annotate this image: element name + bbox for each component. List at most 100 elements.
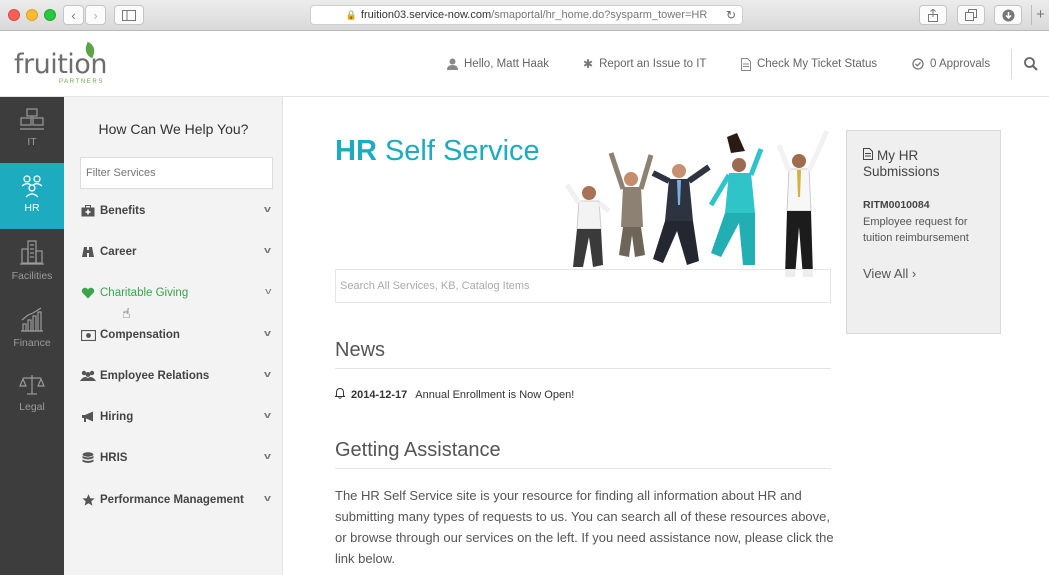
assistance-heading: Getting Assistance	[335, 439, 501, 461]
sidebar-toggle-button[interactable]	[114, 5, 144, 25]
services-panel: How Can We Help You? Benefits v Career v…	[64, 97, 283, 575]
rail-item-hr[interactable]: HR	[0, 163, 64, 229]
report-issue-text: Report an Issue to IT	[599, 58, 707, 70]
new-tab-button[interactable]: +	[1031, 5, 1049, 25]
service-item-benefits[interactable]: Benefits v	[80, 201, 271, 221]
greeting-text: Hello, Matt Haak	[464, 58, 550, 70]
check-circle-icon	[912, 58, 924, 70]
logo-subtitle: PARTNERS	[59, 79, 104, 85]
rail-label: HR	[24, 202, 40, 214]
reload-icon[interactable]: ↻	[726, 8, 736, 22]
scales-icon	[19, 375, 45, 395]
services-title: How Can We Help You?	[98, 121, 249, 137]
minimize-window-button[interactable]	[26, 9, 38, 21]
chevron-right-icon: ›	[911, 266, 917, 281]
submission-id[interactable]: RITM0010084	[863, 199, 930, 211]
portal-header: fruition PARTNERS Hello, Matt Haak ✱ Rep…	[0, 31, 1049, 97]
user-greeting[interactable]: Hello, Matt Haak	[447, 31, 549, 97]
building-icon	[20, 108, 44, 130]
database-icon	[80, 451, 96, 465]
service-item-employee-relations[interactable]: Employee Relations v	[80, 366, 271, 386]
sidebar-icon	[122, 9, 136, 21]
rail-label: Facilities	[11, 270, 53, 282]
rail-label: IT	[27, 136, 37, 148]
star-icon	[80, 494, 96, 506]
close-window-button[interactable]	[8, 9, 20, 21]
news-text: Annual Enrollment is Now Open!	[415, 389, 575, 401]
divider	[335, 368, 831, 369]
approvals-link[interactable]: 0 Approvals	[912, 31, 990, 97]
rail-item-finance[interactable]: Finance	[0, 296, 64, 362]
bell-icon	[334, 387, 346, 402]
service-label: Compensation	[100, 329, 180, 341]
forward-button[interactable]: ›	[85, 5, 106, 25]
users-icon	[80, 370, 96, 382]
service-item-compensation[interactable]: Compensation v	[80, 325, 271, 345]
search-icon	[1023, 57, 1038, 71]
document-icon	[741, 57, 751, 71]
downloads-button[interactable]	[994, 5, 1022, 25]
approvals-text: 0 Approvals	[930, 58, 991, 70]
service-label: Career	[100, 246, 137, 258]
chevron-down-icon[interactable]: v	[264, 245, 271, 255]
money-icon	[80, 329, 96, 341]
zoom-window-button[interactable]	[44, 9, 56, 21]
back-button[interactable]: ‹	[63, 5, 84, 25]
lock-icon: 🔒	[345, 9, 357, 20]
assistance-text: The HR Self Service site is your resourc…	[335, 488, 834, 566]
fruition-logo[interactable]: fruition PARTNERS	[14, 41, 114, 89]
chevron-down-icon[interactable]: v	[264, 493, 271, 503]
chevron-down-icon[interactable]: v	[264, 328, 271, 338]
service-item-hiring[interactable]: Hiring v	[80, 407, 271, 427]
heart-icon	[80, 287, 96, 299]
chevron-down-icon[interactable]: v	[264, 410, 271, 420]
submission-description: Employee request for tuition reimburseme…	[863, 216, 969, 244]
hand-cursor-icon: ☝	[122, 305, 131, 321]
page-title: HR Self Service	[335, 135, 540, 167]
chevron-down-icon[interactable]: v	[264, 369, 271, 379]
service-item-career[interactable]: Career v	[80, 242, 271, 262]
header-search-button[interactable]	[1011, 49, 1049, 79]
bug-icon: ✱	[583, 57, 594, 71]
service-item-hris[interactable]: HRIS v	[80, 448, 271, 468]
url-path: /smaportal/hr_home.do?sysparm_tower=HR	[491, 9, 708, 21]
news-heading: News	[335, 339, 386, 361]
divider	[335, 468, 831, 469]
service-item-performance-management[interactable]: Performance Management v	[80, 490, 271, 510]
share-button[interactable]	[919, 5, 947, 25]
report-issue-link[interactable]: ✱ Report an Issue to IT	[583, 31, 706, 97]
chart-icon	[21, 307, 43, 332]
news-item[interactable]: 2014-12-17 Annual Enrollment is Now Open…	[334, 387, 575, 402]
ticket-status-text: Check My Ticket Status	[757, 58, 878, 70]
view-all-link[interactable]: View All ›	[863, 266, 916, 281]
address-bar[interactable]: 🔒 fruition03.service-now.com/smaportal/h…	[310, 5, 743, 25]
browser-toolbar: ‹ › 🔒 fruition03.service-now.com/smaport…	[0, 0, 1049, 31]
bullhorn-icon	[80, 411, 96, 423]
tabs-icon	[965, 9, 977, 21]
binoculars-icon	[80, 246, 96, 258]
share-icon	[928, 8, 938, 22]
rail-item-it[interactable]: IT	[0, 97, 64, 163]
service-item-charitable-giving[interactable]: Charitable Giving v	[80, 283, 271, 303]
rail-label: Finance	[13, 337, 51, 349]
service-label: Employee Relations	[100, 370, 210, 382]
document-icon	[863, 148, 873, 163]
chevron-down-icon[interactable]: v	[264, 451, 271, 461]
user-icon	[447, 58, 458, 70]
people-icon	[21, 175, 43, 198]
rail-item-legal[interactable]: Legal	[0, 362, 64, 428]
ticket-status-link[interactable]: Check My Ticket Status	[741, 31, 877, 97]
city-icon	[20, 240, 44, 265]
service-label: Performance Management	[100, 494, 244, 506]
chevron-down-icon[interactable]: v	[264, 204, 271, 214]
rail-item-facilities[interactable]: Facilities	[0, 229, 64, 295]
service-label: Hiring	[100, 411, 134, 423]
chevron-down-icon[interactable]: v	[265, 286, 271, 296]
tabs-overview-button[interactable]	[957, 5, 985, 25]
service-label: Benefits	[100, 205, 146, 217]
my-hr-submissions-card: My HR Submissions RITM0010084 Employee r…	[846, 130, 1001, 334]
global-search-input[interactable]: Search All Services, KB, Catalog Items	[335, 269, 831, 303]
filter-services-input[interactable]	[80, 157, 273, 189]
service-label: HRIS	[100, 452, 128, 464]
news-date: 2014-12-17	[351, 389, 408, 401]
